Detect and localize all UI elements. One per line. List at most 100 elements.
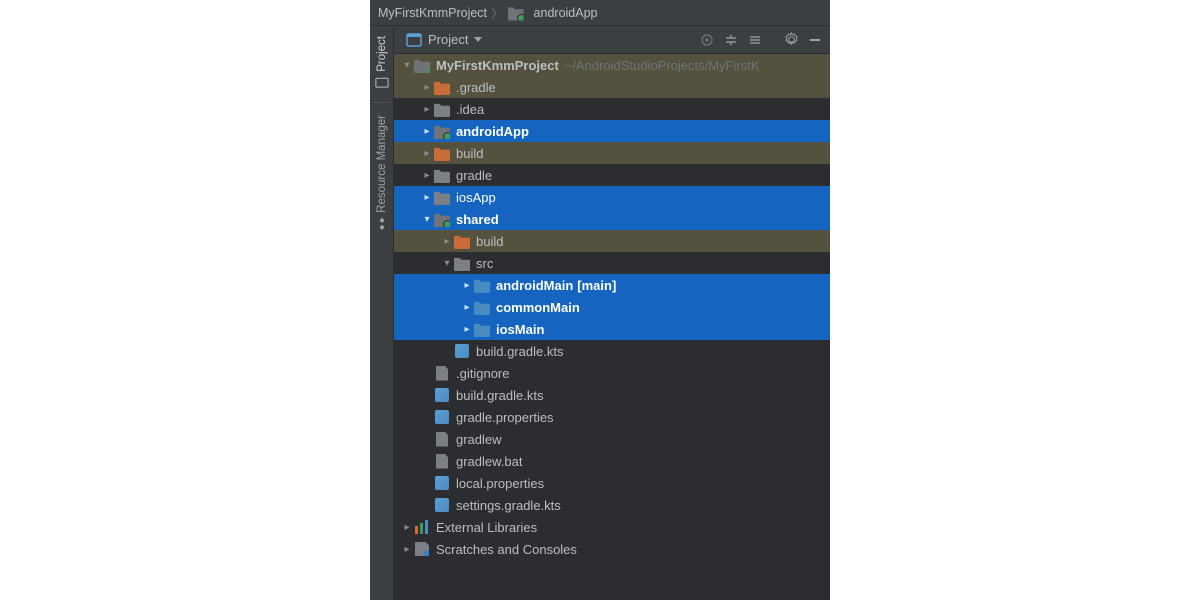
tree-row[interactable]: gradle.properties <box>394 406 830 428</box>
tree-row[interactable]: ▸ External Libraries <box>394 516 830 538</box>
gradle-file-icon <box>434 475 450 491</box>
tree-row[interactable]: ▸ build <box>394 230 830 252</box>
tree-row-label: build <box>456 146 483 161</box>
panel-title-label: Project <box>428 32 468 47</box>
file-icon <box>434 365 450 381</box>
tool-tab-project[interactable]: Project <box>373 30 391 96</box>
chevron-right-icon[interactable]: ▸ <box>420 170 434 181</box>
collapse-all-icon <box>748 33 762 47</box>
tree-row-label: iosMain <box>496 322 544 337</box>
project-view-selector[interactable]: Project <box>400 30 488 49</box>
project-view-icon <box>406 33 422 47</box>
tree-row-path: ~/AndroidStudioProjects/MyFirstK <box>565 58 760 73</box>
tree-row[interactable]: ▸ build <box>394 142 830 164</box>
module-folder-icon <box>434 211 450 227</box>
tree-row[interactable]: ▾ MyFirstKmmProject ~/AndroidStudioProject… <box>394 54 830 76</box>
tree-row-label: External Libraries <box>436 520 537 535</box>
tree-row[interactable]: ▾shared <box>394 208 830 230</box>
tree-row-label: androidApp <box>456 124 529 139</box>
file-icon <box>434 431 450 447</box>
tool-window-bar: Project Resource Manager <box>370 26 394 600</box>
tool-tab-resource-manager[interactable]: Resource Manager <box>373 109 391 237</box>
tree-row-label: .idea <box>456 102 484 117</box>
folder-icon <box>454 255 470 271</box>
tree-row-label: local.properties <box>456 476 544 491</box>
project-panel: Project <box>394 26 830 600</box>
chevron-right-icon[interactable]: ▸ <box>460 302 474 313</box>
chevron-right-icon[interactable]: ▸ <box>420 104 434 115</box>
tree-row[interactable]: ▾ src <box>394 252 830 274</box>
expand-all-button[interactable] <box>722 31 740 49</box>
chevron-right-icon[interactable]: ▸ <box>420 148 434 159</box>
tree-row-label: build <box>476 234 503 249</box>
tree-row[interactable]: ▸gradle <box>394 164 830 186</box>
tree-row[interactable]: ▸ androidApp <box>394 120 830 142</box>
ide-window: MyFirstKmmProject 〉 androidApp Project R… <box>370 0 830 600</box>
tree-row-label: iosApp <box>456 190 496 205</box>
tree-row[interactable]: ▸ .gradle <box>394 76 830 98</box>
tree-row[interactable]: ▸ commonMain <box>394 296 830 318</box>
chevron-right-icon[interactable]: ▸ <box>440 236 454 247</box>
folder-icon <box>434 101 450 117</box>
tree-row-label: src <box>476 256 493 271</box>
tree-row[interactable]: ▸Scratches and Consoles <box>394 538 830 560</box>
source-set-tag: [main] <box>577 278 616 293</box>
hide-button[interactable] <box>806 31 824 49</box>
module-folder-icon <box>508 5 524 21</box>
tree-row[interactable]: gradlew.bat <box>394 450 830 472</box>
breadcrumb-item-root[interactable]: MyFirstKmmProject <box>378 6 487 20</box>
source-folder-icon <box>474 277 490 293</box>
gradle-file-icon <box>454 343 470 359</box>
project-tree[interactable]: ▾ MyFirstKmmProject ~/AndroidStudioProject… <box>394 54 830 600</box>
tree-row-label: MyFirstKmmProject <box>436 58 559 73</box>
folder-icon <box>434 189 450 205</box>
tree-row[interactable]: ▸ androidMain [main] <box>394 274 830 296</box>
breadcrumb-label: MyFirstKmmProject <box>378 6 487 20</box>
chevron-right-icon[interactable]: ▸ <box>420 192 434 203</box>
excluded-folder-icon <box>434 79 450 95</box>
gradle-file-icon <box>434 497 450 513</box>
tree-row-label: gradlew.bat <box>456 454 523 469</box>
chevron-right-icon[interactable]: ▸ <box>420 82 434 93</box>
tree-row[interactable]: build.gradle.kts <box>394 340 830 362</box>
chevron-down-icon[interactable]: ▾ <box>420 214 434 225</box>
settings-button[interactable] <box>782 31 800 49</box>
tree-row[interactable]: ▸ iosApp <box>394 186 830 208</box>
chevron-right-icon: 〉 <box>491 3 504 22</box>
tree-row[interactable]: ▸ .idea <box>394 98 830 120</box>
chevron-right-icon[interactable]: ▸ <box>420 126 434 137</box>
expand-all-icon <box>724 33 738 47</box>
gradle-file-icon <box>434 409 450 425</box>
tree-row[interactable]: local.properties <box>394 472 830 494</box>
collapse-all-button[interactable] <box>746 31 764 49</box>
module-folder-icon <box>434 123 450 139</box>
chevron-right-icon[interactable]: ▸ <box>400 522 414 533</box>
tree-row-label: build.gradle.kts <box>456 388 543 403</box>
minimize-icon <box>809 34 821 46</box>
tree-row[interactable]: gradlew <box>394 428 830 450</box>
tree-row-label: .gradle <box>456 80 496 95</box>
scratches-icon <box>414 541 430 557</box>
target-icon <box>700 33 714 47</box>
tree-row[interactable]: .gitignore <box>394 362 830 384</box>
tree-row[interactable]: settings.gradle.kts <box>394 494 830 516</box>
source-folder-icon <box>474 299 490 315</box>
breadcrumb-item-module[interactable]: androidApp <box>508 5 598 21</box>
tree-row-label: .gitignore <box>456 366 509 381</box>
tree-row-label: commonMain <box>496 300 580 315</box>
tree-row-label: gradlew <box>456 432 502 447</box>
tree-row-label: androidMain <box>496 278 573 293</box>
chevron-right-icon[interactable]: ▸ <box>460 324 474 335</box>
chevron-down-icon[interactable]: ▾ <box>400 60 414 71</box>
chevron-down-icon[interactable]: ▾ <box>440 258 454 269</box>
excluded-folder-icon <box>454 233 470 249</box>
tree-row[interactable]: ▸ iosMain <box>394 318 830 340</box>
tree-row-label: gradle.properties <box>456 410 554 425</box>
source-folder-icon <box>474 321 490 337</box>
chevron-right-icon[interactable]: ▸ <box>400 544 414 555</box>
tree-row[interactable]: build.gradle.kts <box>394 384 830 406</box>
select-opened-file-button[interactable] <box>698 31 716 49</box>
separator <box>374 102 390 103</box>
folder-icon <box>434 167 450 183</box>
chevron-right-icon[interactable]: ▸ <box>460 280 474 291</box>
